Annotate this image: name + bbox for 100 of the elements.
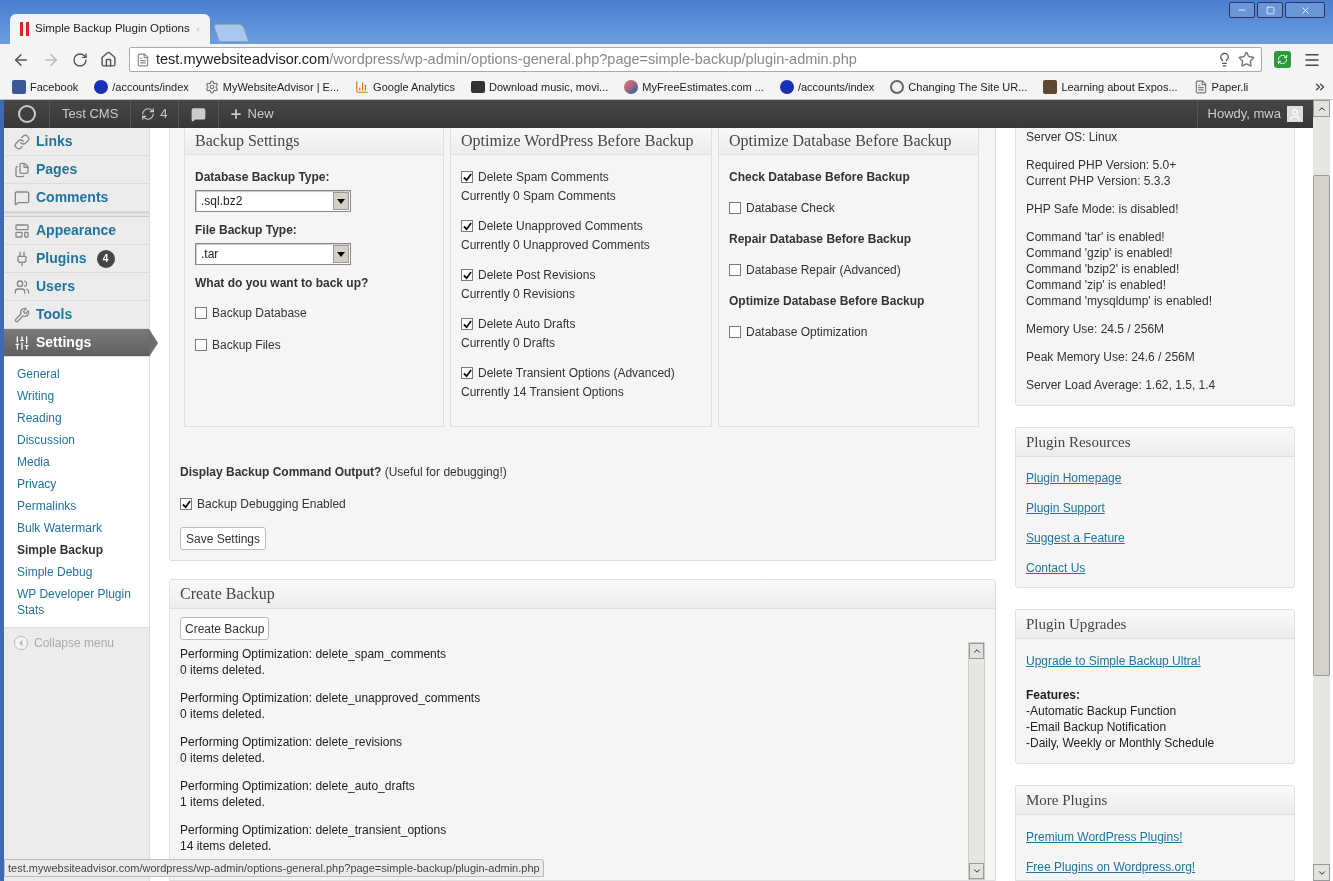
submenu-item[interactable]: Reading [4,407,149,429]
log-result: 0 items deleted. [180,662,266,678]
status-url: test.mywebsiteadvisor.com/wordpress/wp-admin/options-general.php?page=simple-backup/plugin-admin.php [4,859,544,877]
users-icon [14,278,30,295]
close-button[interactable] [1285,2,1325,18]
reload-icon[interactable] [72,51,88,68]
submenu-item[interactable]: WP Developer Plugin Stats [4,583,149,621]
bookmark[interactable]: Download music, movi... [465,77,615,97]
plugins-icon [14,250,30,267]
create-backup-button[interactable]: Create Backup [180,617,270,640]
submenu-item[interactable]: Bulk Watermark [4,517,149,539]
submenu-item[interactable]: Simple Backup [4,539,149,561]
group-heading: Repair Database Before Backup [729,231,913,248]
checkbox[interactable] [180,498,192,510]
new-link[interactable]: New [218,100,284,128]
maximize-button[interactable] [1257,2,1283,18]
option-note: Currently 0 Spam Comments [461,188,617,205]
menu-item[interactable]: Users [4,273,149,301]
lightbulb-icon[interactable] [1217,52,1232,67]
maximize-icon [1265,5,1275,15]
menu-item[interactable]: Links [4,128,149,156]
info-line: Command 'bzip2' is enabled! [1026,261,1181,277]
save-settings-button[interactable]: Save Settings [180,527,267,550]
plugin-link[interactable]: Free Plugins on Wordpress.org! [1026,858,1196,876]
log-line: Performing Optimization: delete_auto_drafts [180,778,416,794]
dropdown-arrow-icon [337,251,345,257]
checkbox[interactable] [461,171,473,183]
plugin-link[interactable]: Premium WordPress Plugins! [1026,828,1183,846]
submenu-item[interactable]: Simple Debug [4,561,149,583]
resource-link[interactable]: Plugin Support [1026,499,1105,517]
checkbox[interactable] [729,264,741,276]
checkbox[interactable] [461,269,473,281]
feature-item: -Daily, Weekly or Monthly Schedule [1026,735,1216,751]
resource-link[interactable]: Suggest a Feature [1026,529,1125,547]
bookmark[interactable]: Changing The Site UR... [884,77,1034,97]
bookmark[interactable]: /accounts/index [88,77,195,97]
submenu-item[interactable]: Writing [4,385,149,407]
group-heading: Optimize Database Before Backup [729,293,926,310]
bookmark[interactable]: /accounts/index [773,77,881,97]
submenu-item[interactable]: Media [4,451,149,473]
question-label: What do you want to back up? [195,275,370,292]
checkbox[interactable] [729,326,741,338]
submenu-item[interactable]: Privacy [4,473,149,495]
checkbox[interactable] [461,367,473,379]
info-line: Server Load Average: 1.62, 1.5, 1.4 [1026,377,1217,393]
field-label: Database Backup Type: [195,169,331,186]
menu-item[interactable]: Pages [4,156,149,184]
checkbox-label: Backup Database [212,305,307,322]
submenu-item[interactable]: General [4,363,149,385]
info-line: Peak Memory Use: 24.6 / 256M [1026,349,1196,365]
bookmark[interactable]: Paper.li [1187,77,1255,97]
info-line: Current PHP Version: 5.3.3 [1026,173,1172,189]
dropdown[interactable]: .tar [195,243,351,265]
panel-title: Plugin Upgrades [1016,610,1294,639]
checkbox[interactable] [461,220,473,232]
dropdown[interactable]: .sql.bz2 [195,190,351,212]
bookmark[interactable]: Google Analytics [349,77,462,97]
checkbox-label: Database Repair (Advanced) [746,262,901,279]
menu-item[interactable]: Appearance [4,217,149,245]
bookmark[interactable]: MyFreeEstimates.com ... [618,77,770,97]
panel-title: Backup Settings [185,128,443,155]
checkbox[interactable] [195,339,207,351]
menu-item[interactable]: Settings [4,329,149,357]
checkbox[interactable] [729,202,741,214]
settings-icon [14,334,30,351]
page-icon [1193,80,1208,94]
checkbox[interactable] [461,318,473,330]
panel-title: Optimize WordPress Before Backup [451,128,711,155]
bookmark[interactable]: MyWebsiteAdvisor | E... [198,77,346,97]
star-icon[interactable] [1238,51,1255,68]
log-line: Performing Optimization: delete_revisions [180,734,404,750]
upgrade-link[interactable]: Upgrade to Simple Backup Ultra! [1026,652,1201,670]
home-icon[interactable] [100,51,117,68]
bookmark[interactable]: Learning about Expos... [1037,77,1184,97]
more-bookmarks-icon[interactable] [1313,80,1327,94]
checkbox-label: Delete Post Revisions [478,267,596,284]
browser-tab[interactable]: Simple Backup Plugin Options [10,14,210,44]
menu-item[interactable]: Plugins 4 [4,245,149,273]
submenu-item[interactable]: Permalinks [4,495,149,517]
info-line: PHP Safe Mode: is disabled! [1026,201,1180,217]
resource-link[interactable]: Contact Us [1026,559,1086,577]
resource-link[interactable]: Plugin Homepage [1026,469,1122,487]
checkbox-label: Backup Files [212,337,281,354]
info-line: Command 'zip' is enabled! [1026,277,1167,293]
option-note: Currently 0 Drafts [461,335,557,352]
tools-icon [14,306,30,323]
address-bar[interactable]: test.mywebsiteadvisor.com/wordpress/wp-admin/options-general.php?page=simple-backup/plugin-admin.php [129,47,1262,72]
checkbox[interactable] [195,307,207,319]
submenu-item[interactable]: Discussion [4,429,149,451]
panel-title: More Plugins [1016,786,1294,815]
checkbox-label: Delete Unapproved Comments [478,218,643,235]
count-badge: 4 [96,249,115,268]
pages-icon [14,161,30,178]
minimize-button[interactable] [1229,2,1255,18]
scroll-thumb[interactable] [1313,175,1330,676]
bookmark[interactable]: Facebook [6,77,85,97]
log-result: 0 items deleted. [180,706,266,722]
sync-icon [1277,54,1288,65]
panel-title: Optimize Database Before Backup [719,128,978,155]
extension-icon[interactable] [1274,51,1291,68]
